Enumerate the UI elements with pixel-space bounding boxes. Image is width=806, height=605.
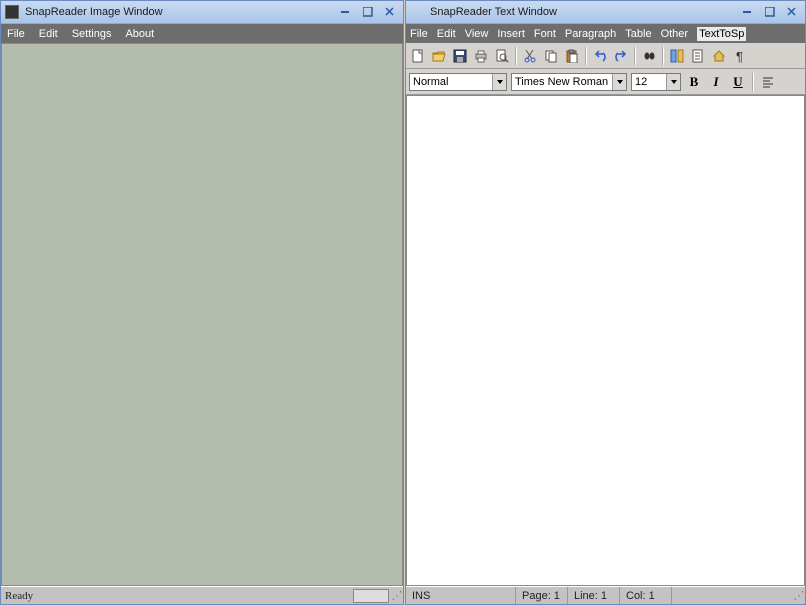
chevron-down-icon[interactable] bbox=[666, 74, 680, 90]
resize-grip-icon[interactable]: ⋰ bbox=[391, 589, 403, 602]
menu-tts[interactable]: TextToSp bbox=[697, 27, 746, 41]
text-editor[interactable] bbox=[406, 95, 805, 586]
menu-edit[interactable]: Edit bbox=[437, 28, 456, 40]
status-col: Col: 1 bbox=[620, 587, 672, 604]
underline-button[interactable]: U bbox=[729, 73, 747, 91]
resize-grip-icon[interactable]: ⋰ bbox=[793, 589, 805, 602]
menu-font[interactable]: Font bbox=[534, 28, 556, 40]
menu-view[interactable]: View bbox=[465, 28, 489, 40]
separator-icon bbox=[752, 73, 754, 91]
chevron-down-icon[interactable] bbox=[612, 74, 626, 90]
minimize-button[interactable] bbox=[337, 5, 355, 20]
image-window: SnapReader Image Window File Edit Settin… bbox=[0, 0, 404, 605]
window-title: SnapReader Text Window bbox=[410, 6, 557, 18]
app-icon bbox=[5, 5, 19, 19]
size-value: 12 bbox=[635, 76, 647, 88]
open-icon[interactable] bbox=[430, 47, 448, 65]
close-button[interactable] bbox=[381, 5, 399, 20]
status-text: Ready bbox=[1, 590, 353, 602]
layout-icon[interactable] bbox=[668, 47, 686, 65]
separator-icon bbox=[515, 47, 517, 65]
menu-about[interactable]: About bbox=[125, 28, 154, 40]
statusbar: Ready ⋰ bbox=[1, 586, 403, 604]
menu-paragraph[interactable]: Paragraph bbox=[565, 28, 616, 40]
text-window: SnapReader Text Window File Edit View In… bbox=[405, 0, 806, 605]
minimize-button[interactable] bbox=[739, 5, 757, 20]
pilcrow-icon[interactable]: ¶ bbox=[731, 47, 749, 65]
italic-button[interactable]: I bbox=[707, 73, 725, 91]
menu-edit[interactable]: Edit bbox=[39, 28, 58, 40]
menu-file[interactable]: File bbox=[410, 28, 428, 40]
close-button[interactable] bbox=[783, 5, 801, 20]
style-combo[interactable]: Normal bbox=[409, 73, 507, 91]
menubar: File Edit View Insert Font Paragraph Tab… bbox=[406, 24, 805, 43]
new-icon[interactable] bbox=[409, 47, 427, 65]
font-value: Times New Roman bbox=[515, 76, 608, 88]
svg-text:¶: ¶ bbox=[736, 49, 743, 63]
menu-other[interactable]: Other bbox=[661, 28, 689, 40]
redo-icon[interactable] bbox=[612, 47, 630, 65]
menu-insert[interactable]: Insert bbox=[497, 28, 525, 40]
menu-settings[interactable]: Settings bbox=[72, 28, 112, 40]
maximize-button[interactable] bbox=[359, 5, 377, 20]
window-title: SnapReader Image Window bbox=[25, 6, 163, 18]
copy-icon[interactable] bbox=[542, 47, 560, 65]
find-icon[interactable] bbox=[640, 47, 658, 65]
status-panel bbox=[353, 589, 389, 603]
titlebar[interactable]: SnapReader Image Window bbox=[1, 1, 403, 24]
menu-file[interactable]: File bbox=[7, 28, 25, 40]
align-button[interactable] bbox=[759, 73, 777, 91]
separator-icon bbox=[662, 47, 664, 65]
status-line: Line: 1 bbox=[568, 587, 620, 604]
print-icon[interactable] bbox=[472, 47, 490, 65]
statusbar: INS Page: 1 Line: 1 Col: 1 ⋰ bbox=[406, 586, 805, 604]
titlebar[interactable]: SnapReader Text Window bbox=[406, 1, 805, 24]
format-bar: Normal Times New Roman 12 B I U bbox=[406, 69, 805, 95]
menu-table[interactable]: Table bbox=[625, 28, 651, 40]
chevron-down-icon[interactable] bbox=[492, 74, 506, 90]
home-icon[interactable] bbox=[710, 47, 728, 65]
cut-icon[interactable] bbox=[521, 47, 539, 65]
status-page: Page: 1 bbox=[516, 587, 568, 604]
bold-button[interactable]: B bbox=[685, 73, 703, 91]
toolbar: ¶ bbox=[406, 43, 805, 69]
image-canvas[interactable] bbox=[1, 43, 403, 586]
preview-icon[interactable] bbox=[493, 47, 511, 65]
undo-icon[interactable] bbox=[591, 47, 609, 65]
maximize-button[interactable] bbox=[761, 5, 779, 20]
size-combo[interactable]: 12 bbox=[631, 73, 681, 91]
style-value: Normal bbox=[413, 76, 448, 88]
font-combo[interactable]: Times New Roman bbox=[511, 73, 627, 91]
insert-icon[interactable] bbox=[689, 47, 707, 65]
paste-icon[interactable] bbox=[563, 47, 581, 65]
separator-icon bbox=[634, 47, 636, 65]
save-icon[interactable] bbox=[451, 47, 469, 65]
separator-icon bbox=[585, 47, 587, 65]
status-ins: INS bbox=[406, 587, 516, 604]
menubar: File Edit Settings About bbox=[1, 24, 403, 43]
